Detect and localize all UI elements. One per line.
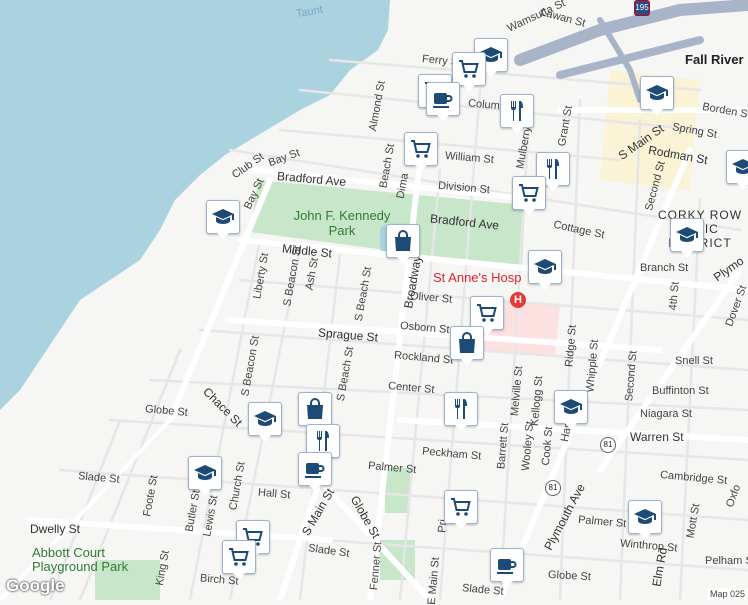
street-label-warren: Warren St bbox=[630, 430, 684, 444]
fork-knife-icon bbox=[449, 397, 473, 421]
map-marker-education[interactable] bbox=[640, 76, 674, 116]
street-label-branch: Branch St bbox=[640, 262, 689, 274]
graduation-cap-icon bbox=[559, 395, 583, 419]
map-marker-education[interactable] bbox=[248, 402, 282, 442]
fork-knife-icon bbox=[311, 429, 335, 453]
map-marker-restaurant[interactable] bbox=[444, 392, 478, 432]
interstate-shield-195: 195 bbox=[634, 0, 650, 16]
hospital-icon: H bbox=[510, 292, 526, 308]
park-label: John F. Kennedy Park bbox=[293, 208, 391, 238]
hospital-label: St Anne's Hosp bbox=[433, 270, 522, 285]
map-marker-education[interactable] bbox=[206, 200, 240, 240]
fork-knife-icon bbox=[505, 99, 529, 123]
shopping-bag-icon bbox=[455, 331, 479, 355]
coffee-cup-icon bbox=[495, 553, 519, 577]
street-label-fourth: 4th St bbox=[667, 281, 682, 311]
map-marker-shopping[interactable] bbox=[444, 490, 478, 530]
map-marker-coffee[interactable] bbox=[298, 452, 332, 492]
map-marker-shopping[interactable] bbox=[450, 326, 484, 366]
map-marker-education[interactable] bbox=[554, 390, 588, 430]
city-label: Fall River bbox=[685, 52, 744, 67]
map-marker-shopping[interactable] bbox=[404, 132, 438, 172]
abbott-park-label: Abbott Court Playground Park bbox=[32, 545, 129, 574]
street-label-snell: Snell St bbox=[675, 355, 713, 367]
graduation-cap-icon bbox=[533, 255, 557, 279]
map-marker-shopping[interactable] bbox=[452, 52, 486, 92]
graduation-cap-icon bbox=[731, 155, 748, 179]
shopping-cart-icon bbox=[457, 57, 481, 81]
map-marker-shopping[interactable] bbox=[222, 540, 256, 580]
route-shield-81-2: 81 bbox=[545, 480, 561, 496]
street-label-niagara: Niagara St bbox=[640, 408, 692, 420]
shopping-bag-icon bbox=[391, 229, 415, 253]
map-marker-education[interactable] bbox=[188, 456, 222, 496]
island-north bbox=[390, 0, 470, 60]
map-marker-shopping[interactable] bbox=[470, 296, 504, 336]
map-marker-shopping[interactable] bbox=[386, 224, 420, 264]
map-marker-education[interactable] bbox=[670, 218, 704, 258]
shopping-cart-icon bbox=[449, 495, 473, 519]
shopping-cart-icon bbox=[475, 301, 499, 325]
shopping-bag-icon bbox=[303, 397, 327, 421]
street-label-dwelly: Dwelly St bbox=[30, 522, 81, 536]
map-marker-coffee[interactable] bbox=[490, 548, 524, 588]
shopping-cart-icon bbox=[227, 545, 251, 569]
graduation-cap-icon bbox=[645, 81, 669, 105]
map-marker-restaurant[interactable] bbox=[500, 94, 534, 134]
map-marker-education[interactable] bbox=[726, 150, 748, 190]
shopping-cart-icon bbox=[517, 181, 541, 205]
coffee-cup-icon bbox=[303, 457, 327, 481]
route-shield-81: 81 bbox=[600, 437, 616, 453]
map-marker-education[interactable] bbox=[528, 250, 562, 290]
graduation-cap-icon bbox=[211, 205, 235, 229]
graduation-cap-icon bbox=[675, 223, 699, 247]
street-label-buffinton: Buffinton St bbox=[652, 385, 709, 397]
map-marker-coffee[interactable] bbox=[426, 82, 460, 122]
google-logo: Google bbox=[6, 576, 65, 595]
shopping-cart-icon bbox=[409, 137, 433, 161]
street-label-pelham: Pelham S bbox=[705, 555, 748, 567]
map-marker-education[interactable] bbox=[628, 500, 662, 540]
map-marker-shopping[interactable] bbox=[298, 392, 332, 432]
graduation-cap-icon bbox=[253, 407, 277, 431]
graduation-cap-icon bbox=[633, 505, 657, 529]
street-label-globe-se: Globe St bbox=[547, 568, 592, 584]
map-marker-shopping[interactable] bbox=[512, 176, 546, 216]
coffee-cup-icon bbox=[431, 87, 455, 111]
graduation-cap-icon bbox=[193, 461, 217, 485]
map-copyright: Map 025 bbox=[706, 588, 748, 600]
